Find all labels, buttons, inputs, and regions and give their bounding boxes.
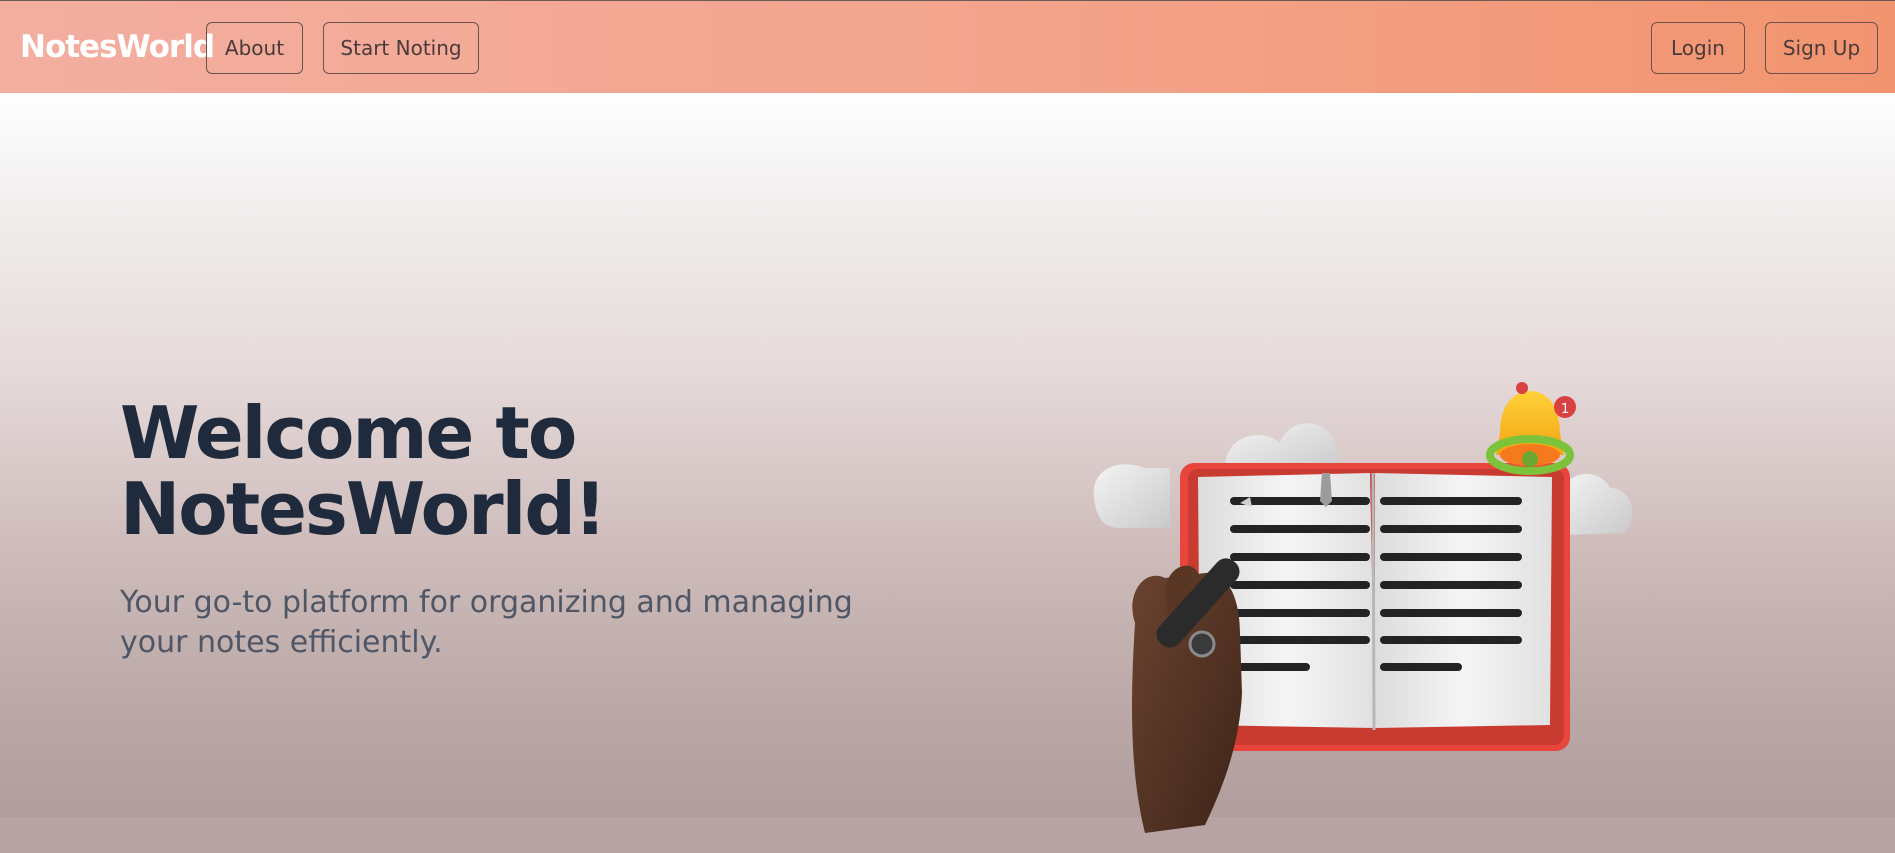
- svg-text:1: 1: [1561, 402, 1569, 417]
- hero-section: Welcome to NotesWorld! Your go-to platfo…: [0, 93, 1895, 833]
- bell-icon: 1: [1486, 382, 1576, 475]
- start-noting-button[interactable]: Start Noting: [323, 22, 479, 74]
- top-navbar: NotesWorld About Start Noting Login Sign…: [0, 0, 1895, 93]
- hero-title: Welcome to NotesWorld!: [120, 391, 607, 551]
- hero-subtitle: Your go-to platform for organizing and m…: [120, 585, 853, 660]
- login-button[interactable]: Login: [1651, 22, 1745, 74]
- about-button[interactable]: About: [206, 22, 303, 74]
- brand-logo[interactable]: NotesWorld: [20, 29, 215, 65]
- signup-button[interactable]: Sign Up: [1765, 22, 1878, 74]
- notebook-writing-illustration: 1: [1090, 373, 1650, 853]
